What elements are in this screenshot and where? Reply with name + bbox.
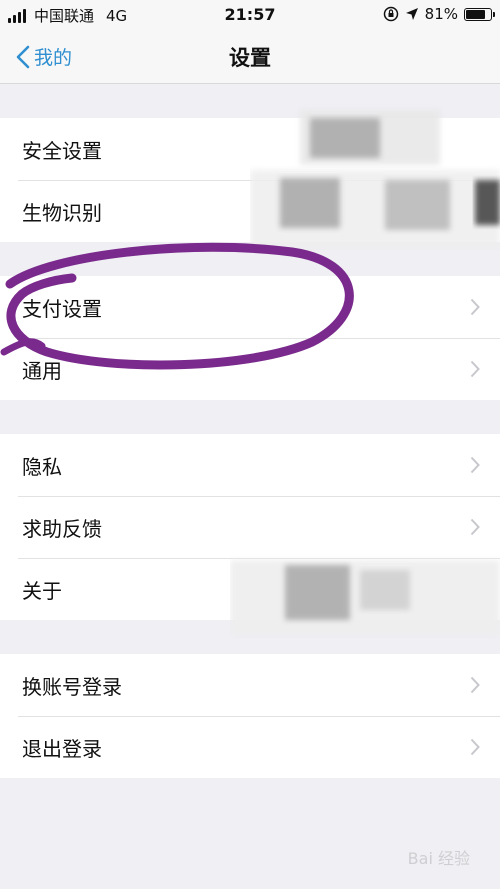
chevron-right-icon (470, 518, 480, 536)
row-label: 隐私 (22, 454, 62, 479)
settings-group-security: 安全设置 生物识别 (0, 118, 500, 242)
chevron-right-icon (470, 298, 480, 316)
row-label: 通用 (22, 358, 62, 383)
battery-percent: 81% (424, 5, 458, 23)
chevron-right-icon (470, 360, 480, 378)
chevron-right-icon (470, 738, 480, 756)
location-arrow-icon (405, 8, 418, 20)
row-logout[interactable]: 退出登录 (0, 716, 500, 778)
battery-fill (466, 9, 486, 19)
row-label: 求助反馈 (22, 516, 102, 541)
battery-icon (464, 7, 495, 21)
row-label: 生物识别 (22, 200, 102, 225)
chevron-right-icon (470, 456, 480, 474)
row-about[interactable]: 关于 (0, 558, 500, 620)
settings-group-payment: 支付设置 通用 (0, 276, 500, 400)
row-privacy[interactable]: 隐私 (0, 434, 500, 496)
row-label: 换账号登录 (22, 674, 122, 699)
orientation-lock-icon (383, 6, 398, 22)
chevron-right-icon (470, 676, 480, 694)
row-label: 退出登录 (22, 736, 102, 761)
row-general[interactable]: 通用 (0, 338, 500, 400)
status-bar: 中国联通 4G 21:57 81% (0, 0, 500, 30)
settings-group-support: 隐私 求助反馈 关于 (0, 434, 500, 620)
page-title: 设置 (229, 46, 271, 70)
settings-group-account: 换账号登录 退出登录 (0, 654, 500, 778)
row-payment-settings[interactable]: 支付设置 (0, 276, 500, 338)
row-label: 关于 (22, 578, 62, 603)
row-security-settings[interactable]: 安全设置 (0, 118, 500, 180)
row-label: 安全设置 (22, 138, 102, 163)
status-right: 81% (383, 5, 495, 23)
row-switch-account[interactable]: 换账号登录 (0, 654, 500, 716)
row-biometrics[interactable]: 生物识别 (0, 180, 500, 242)
nav-bar: 我的 设置 (0, 30, 500, 84)
row-label: 支付设置 (22, 296, 102, 321)
watermark: Bai 经验 (407, 849, 470, 868)
row-help-feedback[interactable]: 求助反馈 (0, 496, 500, 558)
